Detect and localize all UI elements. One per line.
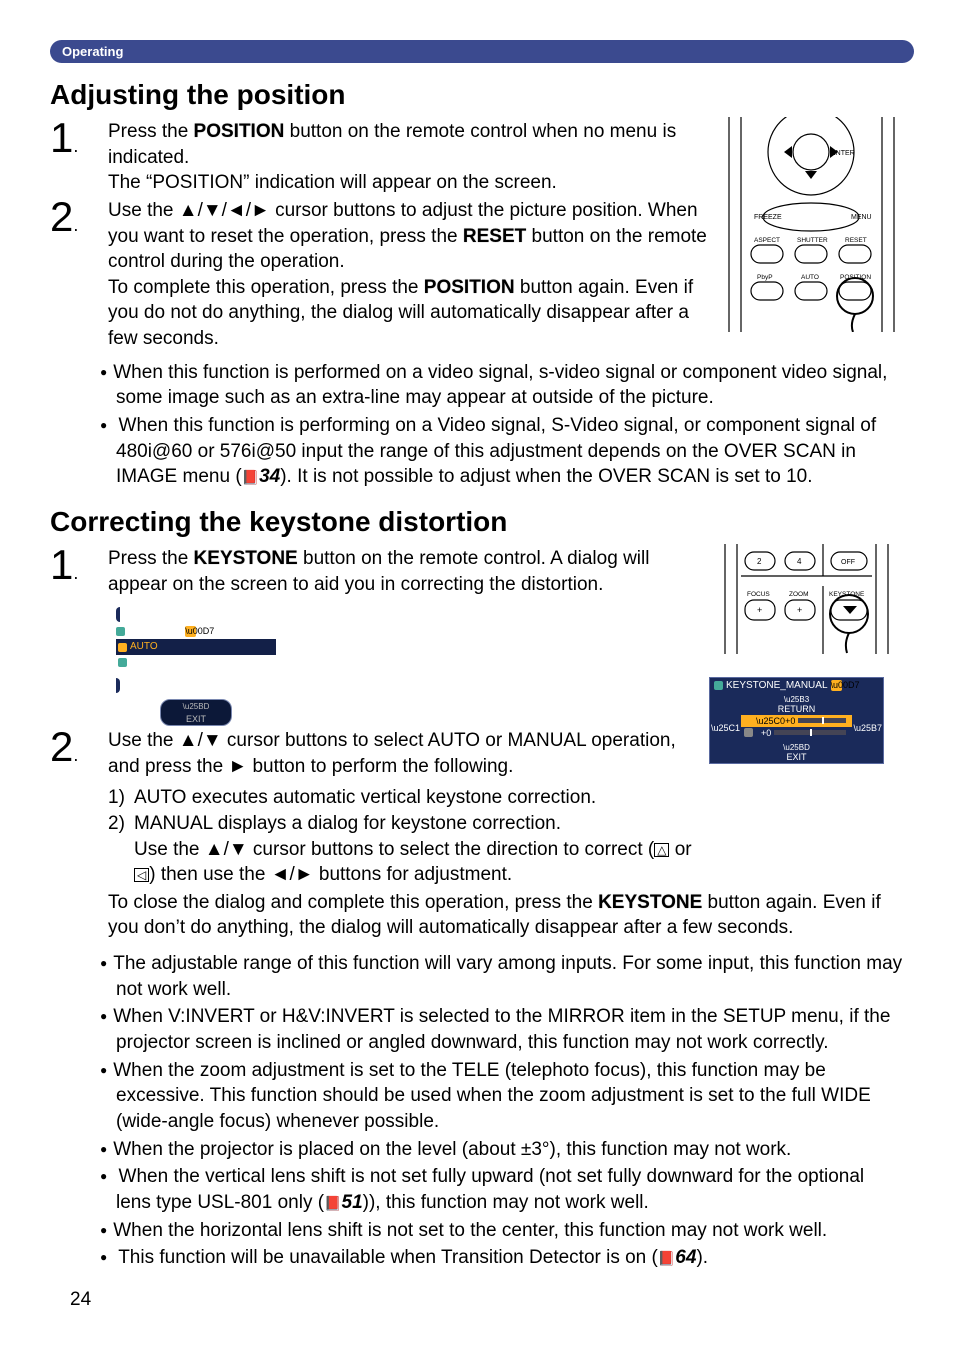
ks-step2-body: Use the ▲/▼ cursor buttons to select AUT…	[108, 726, 703, 888]
ks-bullet3: When the zoom adjustment is set to the T…	[96, 1058, 904, 1135]
remote-illustration-1: ENTER FREEZE MENU ASPECT SHUTTER RESET	[719, 117, 904, 337]
svg-text:+: +	[797, 605, 802, 615]
svg-text:4: 4	[797, 557, 802, 566]
step-number-1: 1.	[50, 117, 108, 159]
ks-bullet4: When the projector is placed on the leve…	[96, 1137, 904, 1163]
osd2-close-icon: \u00D7	[831, 680, 842, 691]
step-number-2: 2.	[50, 196, 108, 238]
ks-bullet7: This function will be unavailable when T…	[96, 1245, 904, 1271]
book-icon-3	[658, 1247, 675, 1268]
svg-text:MENU: MENU	[851, 214, 872, 221]
svg-text:ZOOM: ZOOM	[789, 591, 809, 598]
svg-text:FREEZE: FREEZE	[754, 214, 782, 221]
position-button-word: POSITION	[194, 121, 285, 142]
svg-text:PbyP: PbyP	[757, 274, 773, 281]
svg-text:SHUTTER: SHUTTER	[797, 237, 828, 244]
page-number: 24	[70, 1289, 904, 1311]
svg-text:ASPECT: ASPECT	[754, 237, 780, 244]
ks-bullet6: When the horizontal lens shift is not se…	[96, 1218, 904, 1244]
osd-keystone-manual-dialog: KEYSTONE_MANUAL\u00D7 \u25B3RETURN \u25C…	[709, 677, 884, 764]
step1-body: Press the POSITION button on the remote …	[108, 117, 709, 196]
sec1-bullet2: When this function is performing on a Vi…	[96, 413, 904, 490]
ks-bullet1: The adjustable range of this function wi…	[96, 951, 904, 1002]
osd-keystone-dialog: KEYSTONE\u00D7 AUTO MANUAL \u25BDEXIT	[116, 599, 276, 726]
auto-osd-icon	[118, 643, 127, 652]
sec1-bullet1: When this function is performed on a vid…	[96, 360, 904, 411]
svg-text:ENTER: ENTER	[831, 150, 855, 157]
book-icon-2	[324, 1192, 341, 1213]
correcting-keystone-title: Correcting the keystone distortion	[50, 506, 904, 538]
reset-button-word: RESET	[463, 226, 526, 247]
svg-text:+: +	[757, 605, 762, 615]
manual-osd-icon	[118, 658, 127, 667]
keystone-v-icon: △	[654, 843, 669, 857]
operating-tag: Operating	[50, 40, 914, 63]
keystone-manual-osd-icon	[714, 681, 723, 690]
osd-close-icon: \u00D7	[185, 626, 196, 637]
osd2-row2-icon	[744, 728, 753, 737]
position-button-word-2: POSITION	[424, 277, 515, 298]
adjusting-position-title: Adjusting the position	[50, 79, 904, 111]
keystone-button-word: KEYSTONE	[194, 548, 298, 569]
ks-bullet2: When V:INVERT or H&V:INVERT is selected …	[96, 1004, 904, 1055]
ks-step-number-1: 1.	[50, 544, 108, 586]
ks-bullet5: When the vertical lens shift is not set …	[96, 1164, 904, 1215]
svg-text:AUTO: AUTO	[801, 274, 819, 281]
keystone-osd-icon	[116, 627, 125, 636]
ks-step1-body: Press the KEYSTONE button on the remote …	[108, 544, 703, 726]
remote-illustration-2: 2 4 OFF FOCUS ZOOM KEYSTONE + +	[719, 544, 894, 659]
osd2-row1-icon	[744, 716, 753, 725]
keystone-h-icon: ◁	[134, 868, 149, 882]
svg-text:RESET: RESET	[845, 237, 867, 244]
ks-close-text: To close the dialog and complete this op…	[108, 888, 904, 941]
ks-step-number-2: 2.	[50, 726, 108, 768]
book-icon	[242, 466, 259, 487]
svg-text:2: 2	[757, 557, 762, 566]
svg-text:FOCUS: FOCUS	[747, 591, 770, 598]
svg-text:OFF: OFF	[841, 559, 855, 566]
keystone-button-word-2: KEYSTONE	[598, 892, 702, 913]
step2-body: Use the ▲/▼/◄/► cursor buttons to adjust…	[108, 196, 709, 352]
